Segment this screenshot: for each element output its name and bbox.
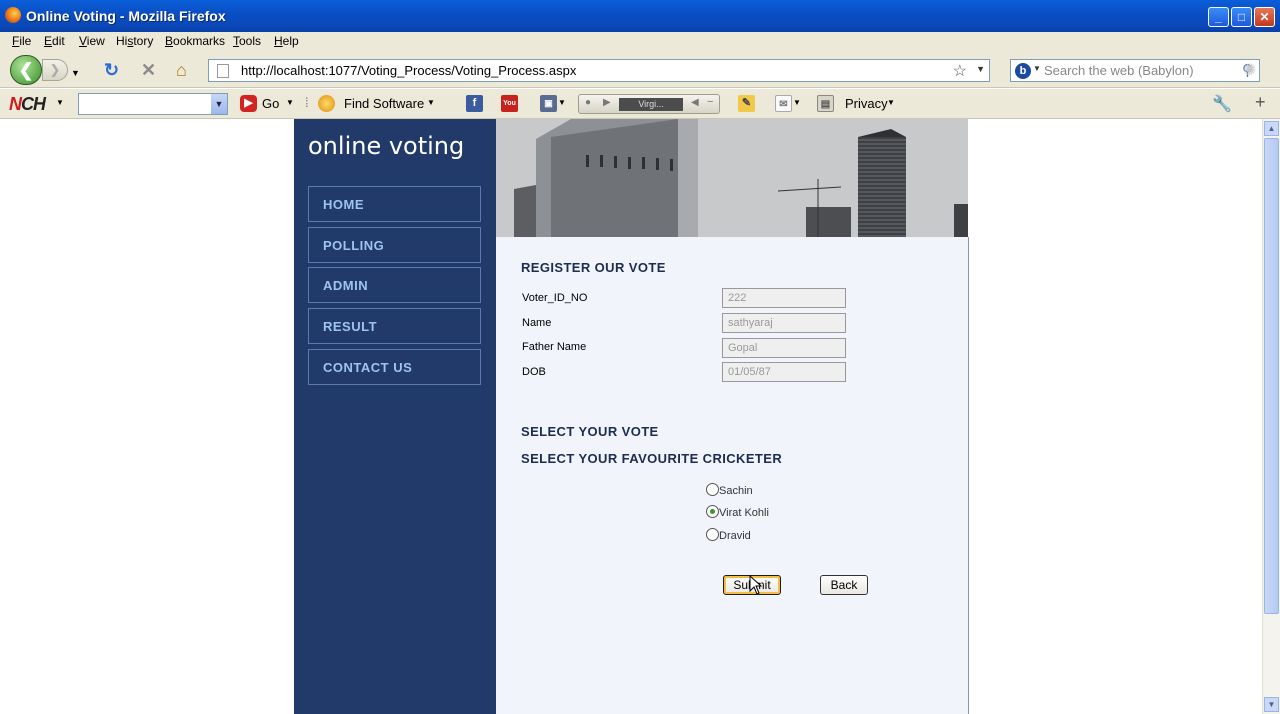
page-viewport: online voting HOME POLLING ADMIN RESULT … — [0, 119, 1262, 714]
home-icon[interactable]: ⌂ — [176, 60, 187, 80]
bookmark-star-icon[interactable]: ☆ — [953, 61, 967, 81]
mail-dropdown-icon[interactable]: ▼ — [793, 98, 801, 107]
menu-bar: File Edit View History Bookmarks Tools H… — [0, 32, 1280, 50]
volume-icon[interactable]: ◀ — [691, 97, 699, 108]
menu-help[interactable]: Help — [274, 34, 299, 48]
go-icon[interactable]: ▶ — [240, 95, 257, 112]
nch-dropdown-icon[interactable]: ▼ — [56, 98, 64, 107]
babylon-engine-icon[interactable]: b — [1015, 63, 1031, 79]
throbber-icon: ✺ — [1243, 62, 1257, 79]
facebook-icon[interactable]: f — [466, 95, 483, 112]
forward-button[interactable]: ❯ — [42, 59, 68, 81]
nav-admin[interactable]: ADMIN — [308, 267, 481, 303]
player-screen: Virgi... — [619, 98, 683, 111]
window-title: Online Voting - Mozilla Firefox — [26, 8, 226, 24]
nav-polling[interactable]: POLLING — [308, 227, 481, 263]
radio-virat-kohli[interactable] — [706, 505, 719, 518]
go-button[interactable]: Go — [262, 96, 279, 111]
volume-minus-icon[interactable]: − — [707, 96, 713, 108]
vertical-scrollbar[interactable]: ▲ ▼ — [1262, 119, 1280, 714]
vote-heading: SELECT YOUR VOTE — [521, 424, 659, 439]
url-dropdown-icon[interactable]: ▼ — [976, 64, 985, 74]
search-placeholder: Search the web (Babylon) — [1044, 63, 1194, 78]
dob-field[interactable] — [722, 362, 846, 382]
privacy-icon: ▤ — [817, 95, 834, 112]
privacy-dropdown-icon[interactable]: ▼ — [887, 98, 895, 107]
find-software-dropdown-icon[interactable]: ▼ — [427, 98, 435, 107]
address-bar[interactable]: http://localhost:1077/Voting_Process/Vot… — [208, 59, 990, 82]
option-label: Sachin — [719, 485, 753, 497]
option-sachin[interactable]: Sachin — [706, 483, 753, 497]
minimize-button[interactable]: _ — [1208, 7, 1229, 27]
site-sidebar: online voting HOME POLLING ADMIN RESULT … — [294, 119, 496, 714]
name-label: Name — [522, 317, 552, 329]
vote-form-panel: REGISTER OUR VOTE Voter_ID_NO Name Fathe… — [496, 237, 969, 714]
cricketer-heading: SELECT YOUR FAVOURITE CRICKETER — [521, 451, 783, 466]
notes-icon[interactable]: ✎ — [738, 95, 755, 112]
voter-id-field[interactable] — [722, 288, 846, 308]
screenshot-dropdown-icon[interactable]: ▼ — [558, 98, 566, 107]
page-icon — [217, 64, 229, 78]
reload-icon[interactable]: ↻ — [104, 60, 119, 80]
scroll-down-icon[interactable]: ▼ — [1264, 697, 1279, 712]
wrench-icon[interactable]: 🔧 — [1212, 94, 1232, 114]
stop-icon[interactable]: ✕ — [141, 60, 156, 80]
skyline-illustration — [496, 119, 968, 237]
mouse-cursor-icon — [749, 575, 763, 595]
nav-result[interactable]: RESULT — [308, 308, 481, 344]
combo-arrow-icon[interactable]: ▼ — [211, 94, 227, 114]
url-text: http://localhost:1077/Voting_Process/Vot… — [241, 63, 577, 78]
privacy-button[interactable]: Privacy — [845, 96, 888, 111]
screenshot-icon[interactable]: ▣ — [540, 95, 557, 112]
firefox-icon — [5, 7, 21, 23]
window-titlebar: Online Voting - Mozilla Firefox _ □ ✕ — [0, 0, 1280, 32]
option-label: Dravid — [719, 530, 751, 542]
back-button[interactable]: ❮ — [10, 55, 42, 85]
back-button-form[interactable]: Back — [820, 575, 868, 595]
engine-dropdown-icon[interactable]: ▼ — [1033, 64, 1041, 73]
search-bar[interactable]: b ▼ Search the web (Babylon) ⚲ — [1010, 59, 1260, 82]
radio-sachin[interactable] — [706, 483, 719, 496]
nav-contact-us[interactable]: CONTACT US — [308, 349, 481, 385]
add-toolbar-icon[interactable]: + — [1255, 92, 1266, 113]
history-dropdown-icon[interactable]: ▼ — [71, 63, 80, 83]
nch-logo[interactable]: NCH — [9, 94, 46, 115]
option-label: Virat Kohli — [719, 507, 769, 519]
go-dropdown-icon[interactable]: ▼ — [286, 98, 294, 107]
menu-file[interactable]: File — [12, 34, 31, 48]
stop-media-icon[interactable]: ● — [585, 97, 591, 108]
find-software-button[interactable]: Find Software — [344, 96, 424, 111]
nav-home[interactable]: HOME — [308, 186, 481, 222]
play-icon[interactable]: ▶ — [603, 97, 611, 108]
menu-edit[interactable]: Edit — [44, 34, 65, 48]
header-banner-image — [496, 119, 968, 237]
media-player[interactable]: ● ▶ Virgi... ◀ − — [578, 94, 720, 114]
father-name-field[interactable] — [722, 338, 846, 358]
radio-dravid[interactable] — [706, 528, 719, 541]
voter-id-label: Voter_ID_NO — [522, 292, 588, 304]
separator-grip: ⁞ — [305, 95, 309, 110]
site-title: online voting — [308, 132, 465, 160]
name-field[interactable] — [722, 313, 846, 333]
menu-view[interactable]: View — [79, 34, 105, 48]
dob-label: DOB — [522, 366, 546, 378]
menu-tools[interactable]: Tools — [233, 34, 261, 48]
menu-bookmarks[interactable]: Bookmarks — [165, 34, 225, 48]
scroll-up-icon[interactable]: ▲ — [1264, 121, 1279, 136]
maximize-button[interactable]: □ — [1231, 7, 1252, 27]
menu-history[interactable]: History — [116, 34, 153, 48]
find-software-icon — [318, 95, 335, 112]
scroll-thumb[interactable] — [1264, 138, 1279, 614]
toolbar-search-combo[interactable]: ▼ — [78, 93, 228, 115]
register-heading: REGISTER OUR VOTE — [521, 260, 666, 275]
option-dravid[interactable]: Dravid — [706, 528, 751, 542]
option-virat-kohli[interactable]: Virat Kohli — [706, 505, 769, 519]
father-name-label: Father Name — [522, 341, 587, 353]
youtube-icon[interactable]: You — [501, 95, 518, 112]
mail-icon[interactable]: ✉ — [775, 95, 792, 112]
close-button[interactable]: ✕ — [1254, 7, 1275, 27]
